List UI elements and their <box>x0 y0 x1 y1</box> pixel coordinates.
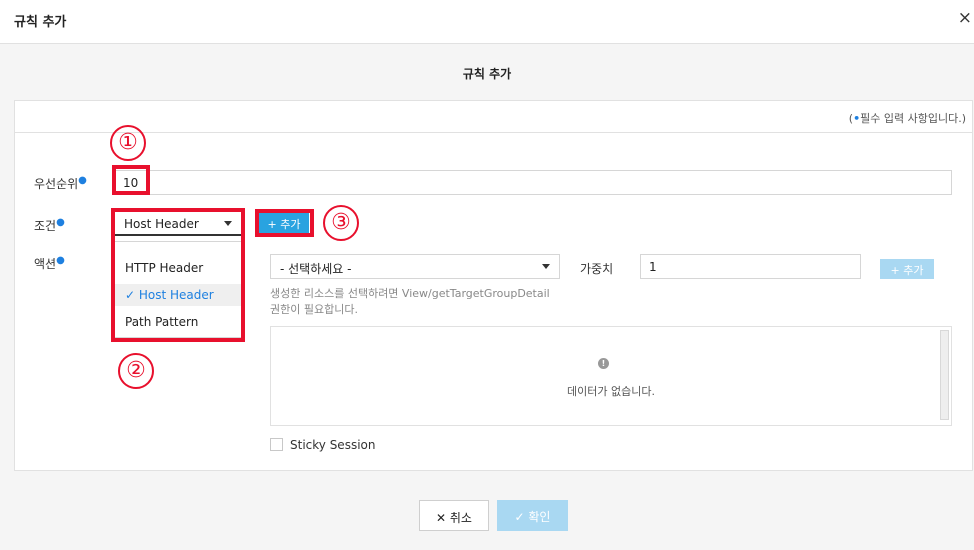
scrollbar[interactable] <box>940 330 949 420</box>
close-icon[interactable]: × <box>958 8 972 28</box>
weight-label: 가중치 <box>580 262 614 276</box>
action-grid: ! 데이터가 없습니다. <box>270 326 952 426</box>
priority-input[interactable]: 10 <box>114 170 952 195</box>
empty-message: 데이터가 없습니다. <box>567 385 655 398</box>
annotation-circle-3: ③ <box>323 205 359 241</box>
add-action-button[interactable]: + 추가 <box>880 259 934 279</box>
target-group-select[interactable]: - 선택하세요 - <box>270 254 560 279</box>
target-group-select-value: - 선택하세요 - <box>280 262 352 276</box>
annotation-box-priority <box>112 165 150 195</box>
divider <box>15 132 972 133</box>
chevron-down-icon <box>542 264 550 269</box>
required-note: (•필수 입력 사항입니다.) <box>848 112 966 125</box>
info-icon: ! <box>598 358 609 369</box>
priority-label: 우선순위● <box>34 175 87 191</box>
dialog-title: 규칙 추가 <box>14 15 67 30</box>
dialog-titlebar: 규칙 추가 × <box>0 0 974 44</box>
permission-hint: 생성한 리소스를 선택하려면 View/getTargetGroupDetail… <box>270 287 550 316</box>
action-label: 액션● <box>34 255 65 271</box>
annotation-box-condition <box>111 208 245 342</box>
condition-label: 조건● <box>34 217 65 233</box>
weight-input[interactable]: 1 <box>640 254 861 279</box>
annotation-box-add <box>255 209 314 237</box>
sticky-session-checkbox[interactable] <box>270 438 283 451</box>
sticky-session-label: Sticky Session <box>290 438 376 452</box>
annotation-circle-1: ① <box>110 125 146 161</box>
annotation-circle-2: ② <box>118 353 154 389</box>
cancel-button[interactable]: ✕ 취소 <box>419 500 489 531</box>
form-subtitle: 규칙 추가 <box>462 67 512 81</box>
confirm-button[interactable]: ✓ 확인 <box>497 500 568 531</box>
